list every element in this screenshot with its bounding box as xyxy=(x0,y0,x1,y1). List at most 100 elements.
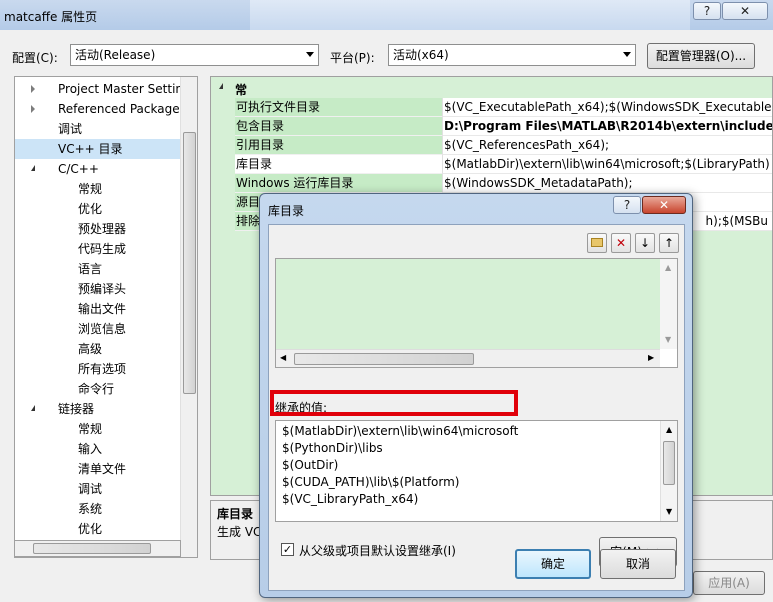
property-name: 包含目录 xyxy=(235,117,442,136)
ok-button[interactable]: 确定 xyxy=(515,549,591,579)
tree-horizontal-scrollbar[interactable] xyxy=(14,540,181,557)
chevron-down-icon xyxy=(306,52,314,57)
config-label: 配置(C): xyxy=(12,51,58,65)
tree-item[interactable]: Referenced Packages xyxy=(15,99,186,119)
property-name: 引用目录 xyxy=(235,136,442,155)
tree-item[interactable]: 链接器 xyxy=(15,399,181,419)
tree-item[interactable]: 调试 xyxy=(15,479,181,499)
scroll-thumb[interactable] xyxy=(294,353,474,365)
tree-item-label: 浏览信息 xyxy=(78,322,127,336)
property-tree[interactable]: Project Master Settin Referenced Packages… xyxy=(14,76,198,558)
config-select-value: 活动(Release) xyxy=(75,48,156,62)
tree-item[interactable]: 输入 xyxy=(15,439,181,459)
expanded-icon[interactable] xyxy=(31,165,35,171)
collapse-icon[interactable] xyxy=(219,83,223,89)
dialog-close-button[interactable]: ✕ xyxy=(642,196,686,214)
tree-item-label: 所有选项 xyxy=(78,362,127,376)
tree-item-label: 系统 xyxy=(78,502,103,516)
move-up-icon[interactable]: ↑ xyxy=(659,233,679,253)
collapsed-icon[interactable] xyxy=(31,85,35,93)
background-window xyxy=(250,0,690,30)
tree-item[interactable]: 预编译头 xyxy=(15,279,181,299)
property-row[interactable]: Windows 运行库目录 $(WindowsSDK_MetadataPath); xyxy=(211,174,772,193)
move-down-icon[interactable]: ↓ xyxy=(635,233,655,253)
tree-item-label: 预编译头 xyxy=(78,282,127,296)
tree-item-label: 代码生成 xyxy=(78,242,127,256)
tree-item-label: 清单文件 xyxy=(78,462,127,476)
inherited-values-list[interactable]: $(MatlabDir)\extern\lib\win64\microsoft $… xyxy=(275,420,678,522)
scroll-thumb[interactable] xyxy=(663,441,675,485)
directory-list[interactable]: ▲ ▼ ◀ ▶ xyxy=(275,258,678,368)
tree-item[interactable]: 系统 xyxy=(15,499,181,519)
scroll-thumb[interactable] xyxy=(183,132,196,394)
property-row[interactable]: 包含目录 D:\Program Files\MATLAB\R2014b\exter… xyxy=(211,117,772,136)
tree-item-label: 优化 xyxy=(78,202,103,216)
list-horizontal-scrollbar[interactable]: ◀ ▶ xyxy=(276,349,660,367)
tree-item[interactable]: 浏览信息 xyxy=(15,319,181,339)
scroll-up-icon[interactable]: ▲ xyxy=(666,425,672,434)
property-value[interactable]: $(WindowsSDK_MetadataPath); xyxy=(442,174,772,193)
tree-item[interactable]: 语言 xyxy=(15,259,181,279)
tree-item[interactable]: 常规 xyxy=(15,179,181,199)
scroll-up-icon[interactable]: ▲ xyxy=(665,263,671,272)
delete-icon[interactable]: ✕ xyxy=(611,233,631,253)
scroll-left-icon[interactable]: ◀ xyxy=(280,353,286,362)
scroll-right-icon[interactable]: ▶ xyxy=(648,353,654,362)
tree-item[interactable]: 调试 xyxy=(15,119,181,139)
highlight-annotation xyxy=(270,390,518,416)
inherit-checkbox-label: 从父级或项目默认设置继承(I) xyxy=(299,544,456,558)
help-button[interactable]: ? xyxy=(693,2,721,20)
tree-item-label: 常规 xyxy=(78,422,103,436)
cancel-button[interactable]: 取消 xyxy=(600,549,676,579)
dialog-help-button[interactable]: ? xyxy=(613,196,641,214)
property-row[interactable]: 可执行文件目录 $(VC_ExecutablePath_x64);$(Window… xyxy=(211,98,772,117)
tree-item[interactable]: VC++ 目录 xyxy=(15,139,181,159)
inherited-value-line: $(CUDA_PATH)\lib\$(Platform) xyxy=(282,475,460,489)
tree-item-label: 链接器 xyxy=(58,402,95,416)
directory-list-area xyxy=(276,259,660,349)
tree-item[interactable]: 常规 xyxy=(15,419,181,439)
property-row[interactable]: 引用目录 $(VC_ReferencesPath_x64); xyxy=(211,136,772,155)
property-value[interactable]: $(MatlabDir)\extern\lib\win64\microsoft;… xyxy=(442,155,772,174)
tree-item[interactable]: 预处理器 xyxy=(15,219,181,239)
scroll-down-icon[interactable]: ▼ xyxy=(665,335,671,344)
tree-item[interactable]: 代码生成 xyxy=(15,239,181,259)
tree-item[interactable]: 高级 xyxy=(15,339,181,359)
tree-item[interactable]: 命令行 xyxy=(15,379,181,399)
list-vertical-scrollbar[interactable]: ▲ ▼ xyxy=(660,259,677,349)
description-text: 生成 VC xyxy=(217,525,262,539)
tree-item[interactable]: 优化 xyxy=(15,199,181,219)
tree-item-label: Project Master Settin xyxy=(58,82,184,96)
property-value[interactable]: $(VC_ExecutablePath_x64);$(WindowsSDK_Ex… xyxy=(442,98,772,117)
tree-item[interactable]: Project Master Settin xyxy=(15,79,184,99)
platform-select-value: 活动(x64) xyxy=(393,48,449,62)
tree-item[interactable]: 输出文件 xyxy=(15,299,181,319)
inherited-value-line: $(MatlabDir)\extern\lib\win64\microsoft xyxy=(282,424,519,438)
platform-select[interactable]: 活动(x64) xyxy=(388,44,636,66)
apply-button[interactable]: 应用(A) xyxy=(693,571,765,595)
scroll-thumb[interactable] xyxy=(33,543,151,554)
tree-item-label: 命令行 xyxy=(78,382,115,396)
property-value[interactable]: D:\Program Files\MATLAB\R2014b\extern\in… xyxy=(442,117,772,136)
new-folder-icon[interactable] xyxy=(587,233,607,253)
tree-item-label: 预处理器 xyxy=(78,222,127,236)
tree-item[interactable]: C/C++ xyxy=(15,159,181,179)
tree-item[interactable]: 优化 xyxy=(15,519,181,539)
tree-item-label: 调试 xyxy=(58,122,83,136)
config-manager-button[interactable]: 配置管理器(O)... xyxy=(647,43,755,69)
tree-item[interactable]: 所有选项 xyxy=(15,359,181,379)
inherit-checkbox[interactable]: ✓ xyxy=(281,543,294,556)
tree-item[interactable]: 清单文件 xyxy=(15,459,181,479)
inherited-vertical-scrollbar[interactable]: ▲ ▼ xyxy=(660,421,677,521)
close-button[interactable]: ✕ xyxy=(722,2,768,20)
tree-item-label: 高级 xyxy=(78,342,103,356)
tree-item-label: 输出文件 xyxy=(78,302,127,316)
tree-vertical-scrollbar[interactable] xyxy=(180,77,197,557)
property-value[interactable]: $(VC_ReferencesPath_x64); xyxy=(442,136,772,155)
property-row[interactable]: 库目录 $(MatlabDir)\extern\lib\win64\microso… xyxy=(211,155,772,174)
collapsed-icon[interactable] xyxy=(31,105,35,113)
config-select[interactable]: 活动(Release) xyxy=(70,44,319,66)
scroll-down-icon[interactable]: ▼ xyxy=(666,507,672,516)
expanded-icon[interactable] xyxy=(31,405,35,411)
tree-item-label: C/C++ xyxy=(58,162,99,176)
